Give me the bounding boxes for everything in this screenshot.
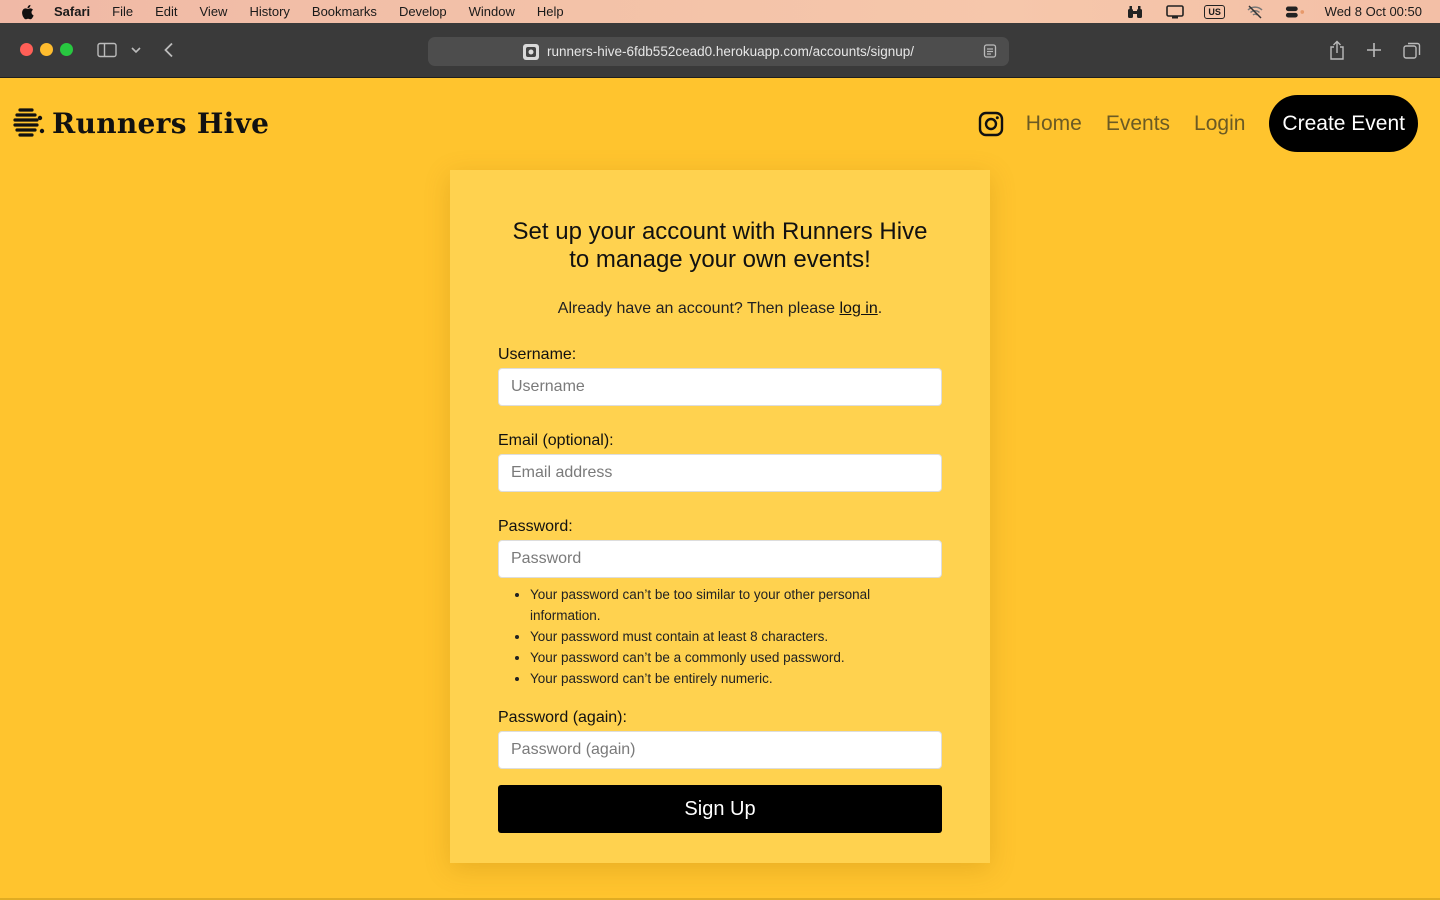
signup-title-line1: Set up your account with Runners Hive <box>512 218 928 245</box>
reader-mode-icon[interactable] <box>983 44 997 61</box>
password-hint: Your password can’t be a commonly used p… <box>530 647 942 668</box>
minimize-window-button[interactable] <box>40 43 53 56</box>
menu-window[interactable]: Window <box>469 4 515 19</box>
address-bar[interactable]: runners-hive-6fdb552cead0.herokuapp.com/… <box>428 37 1009 66</box>
password-hint: Your password can’t be entirely numeric. <box>530 668 942 689</box>
nav-login-link[interactable]: Login <box>1194 112 1245 136</box>
nav-events-link[interactable]: Events <box>1106 112 1170 136</box>
menu-develop[interactable]: Develop <box>399 4 447 19</box>
menu-file[interactable]: File <box>112 4 133 19</box>
browser-toolbar: runners-hive-6fdb552cead0.herokuapp.com/… <box>0 23 1440 78</box>
menu-bookmarks[interactable]: Bookmarks <box>312 4 377 19</box>
password-hint: Your password must contain at least 8 ch… <box>530 626 942 647</box>
instagram-icon[interactable] <box>978 111 1004 137</box>
signup-title-line2: to manage your own events! <box>569 246 871 273</box>
share-icon[interactable] <box>1329 40 1345 60</box>
binoculars-icon[interactable] <box>1125 4 1145 20</box>
nav-home-link[interactable]: Home <box>1026 112 1082 136</box>
keyboard-layout-icon[interactable]: US <box>1204 4 1225 20</box>
status-area: US Wed 8 Oct 00:50 <box>1125 0 1422 23</box>
login-prompt: Already have an account? Then please log… <box>498 300 942 318</box>
menu-bar: Safari File Edit View History Bookmarks … <box>0 0 1440 23</box>
email-label: Email (optional): <box>498 432 614 449</box>
login-link[interactable]: log in <box>839 300 877 317</box>
sign-up-button[interactable]: Sign Up <box>498 785 942 833</box>
menu-view[interactable]: View <box>200 4 228 19</box>
tab-overview-icon[interactable] <box>1403 42 1421 60</box>
login-prompt-period: . <box>877 300 883 317</box>
password-again-input[interactable] <box>498 731 942 769</box>
create-event-button[interactable]: Create Event <box>1269 95 1418 152</box>
username-input[interactable] <box>498 368 942 406</box>
menu-history[interactable]: History <box>249 4 289 19</box>
password-label: Password: <box>498 518 573 535</box>
menu-edit[interactable]: Edit <box>155 4 177 19</box>
wifi-off-icon[interactable] <box>1245 4 1265 20</box>
signup-title: Set up your account with Runners Hive to… <box>498 218 942 274</box>
password-hints-list: Your password can’t be too similar to yo… <box>498 584 942 689</box>
zoom-window-button[interactable] <box>60 43 73 56</box>
email-input[interactable] <box>498 454 942 492</box>
site-favicon-icon <box>523 43 539 60</box>
chevron-down-icon[interactable] <box>131 47 141 54</box>
brand-link[interactable]: Runners Hive <box>12 106 269 140</box>
login-prompt-text: Already have an account? Then please <box>557 300 840 317</box>
control-center-icon[interactable] <box>1285 4 1305 20</box>
password-again-label: Password (again): <box>498 709 627 726</box>
apple-icon[interactable] <box>20 4 34 20</box>
menu-clock[interactable]: Wed 8 Oct 00:50 <box>1325 4 1422 19</box>
beehive-runner-icon <box>12 106 46 140</box>
close-window-button[interactable] <box>20 43 33 56</box>
back-icon[interactable] <box>163 42 175 58</box>
menu-help[interactable]: Help <box>537 4 564 19</box>
keyboard-layout-label: US <box>1204 4 1225 19</box>
username-label: Username: <box>498 346 577 363</box>
display-icon[interactable] <box>1165 4 1185 20</box>
password-hint: Your password can’t be too similar to yo… <box>530 584 942 626</box>
web-page: Runners Hive Home Events Login Create Ev… <box>0 78 1440 900</box>
address-url[interactable]: runners-hive-6fdb552cead0.herokuapp.com/… <box>547 44 914 59</box>
menu-app-name[interactable]: Safari <box>54 4 90 19</box>
password-input[interactable] <box>498 540 942 578</box>
sidebar-toggle-icon[interactable] <box>97 42 117 58</box>
brand-name[interactable]: Runners Hive <box>52 107 269 140</box>
main-nav: Home Events Login Create Event <box>978 95 1418 152</box>
signup-card: Set up your account with Runners Hive to… <box>450 170 990 863</box>
new-tab-icon[interactable] <box>1366 42 1382 58</box>
